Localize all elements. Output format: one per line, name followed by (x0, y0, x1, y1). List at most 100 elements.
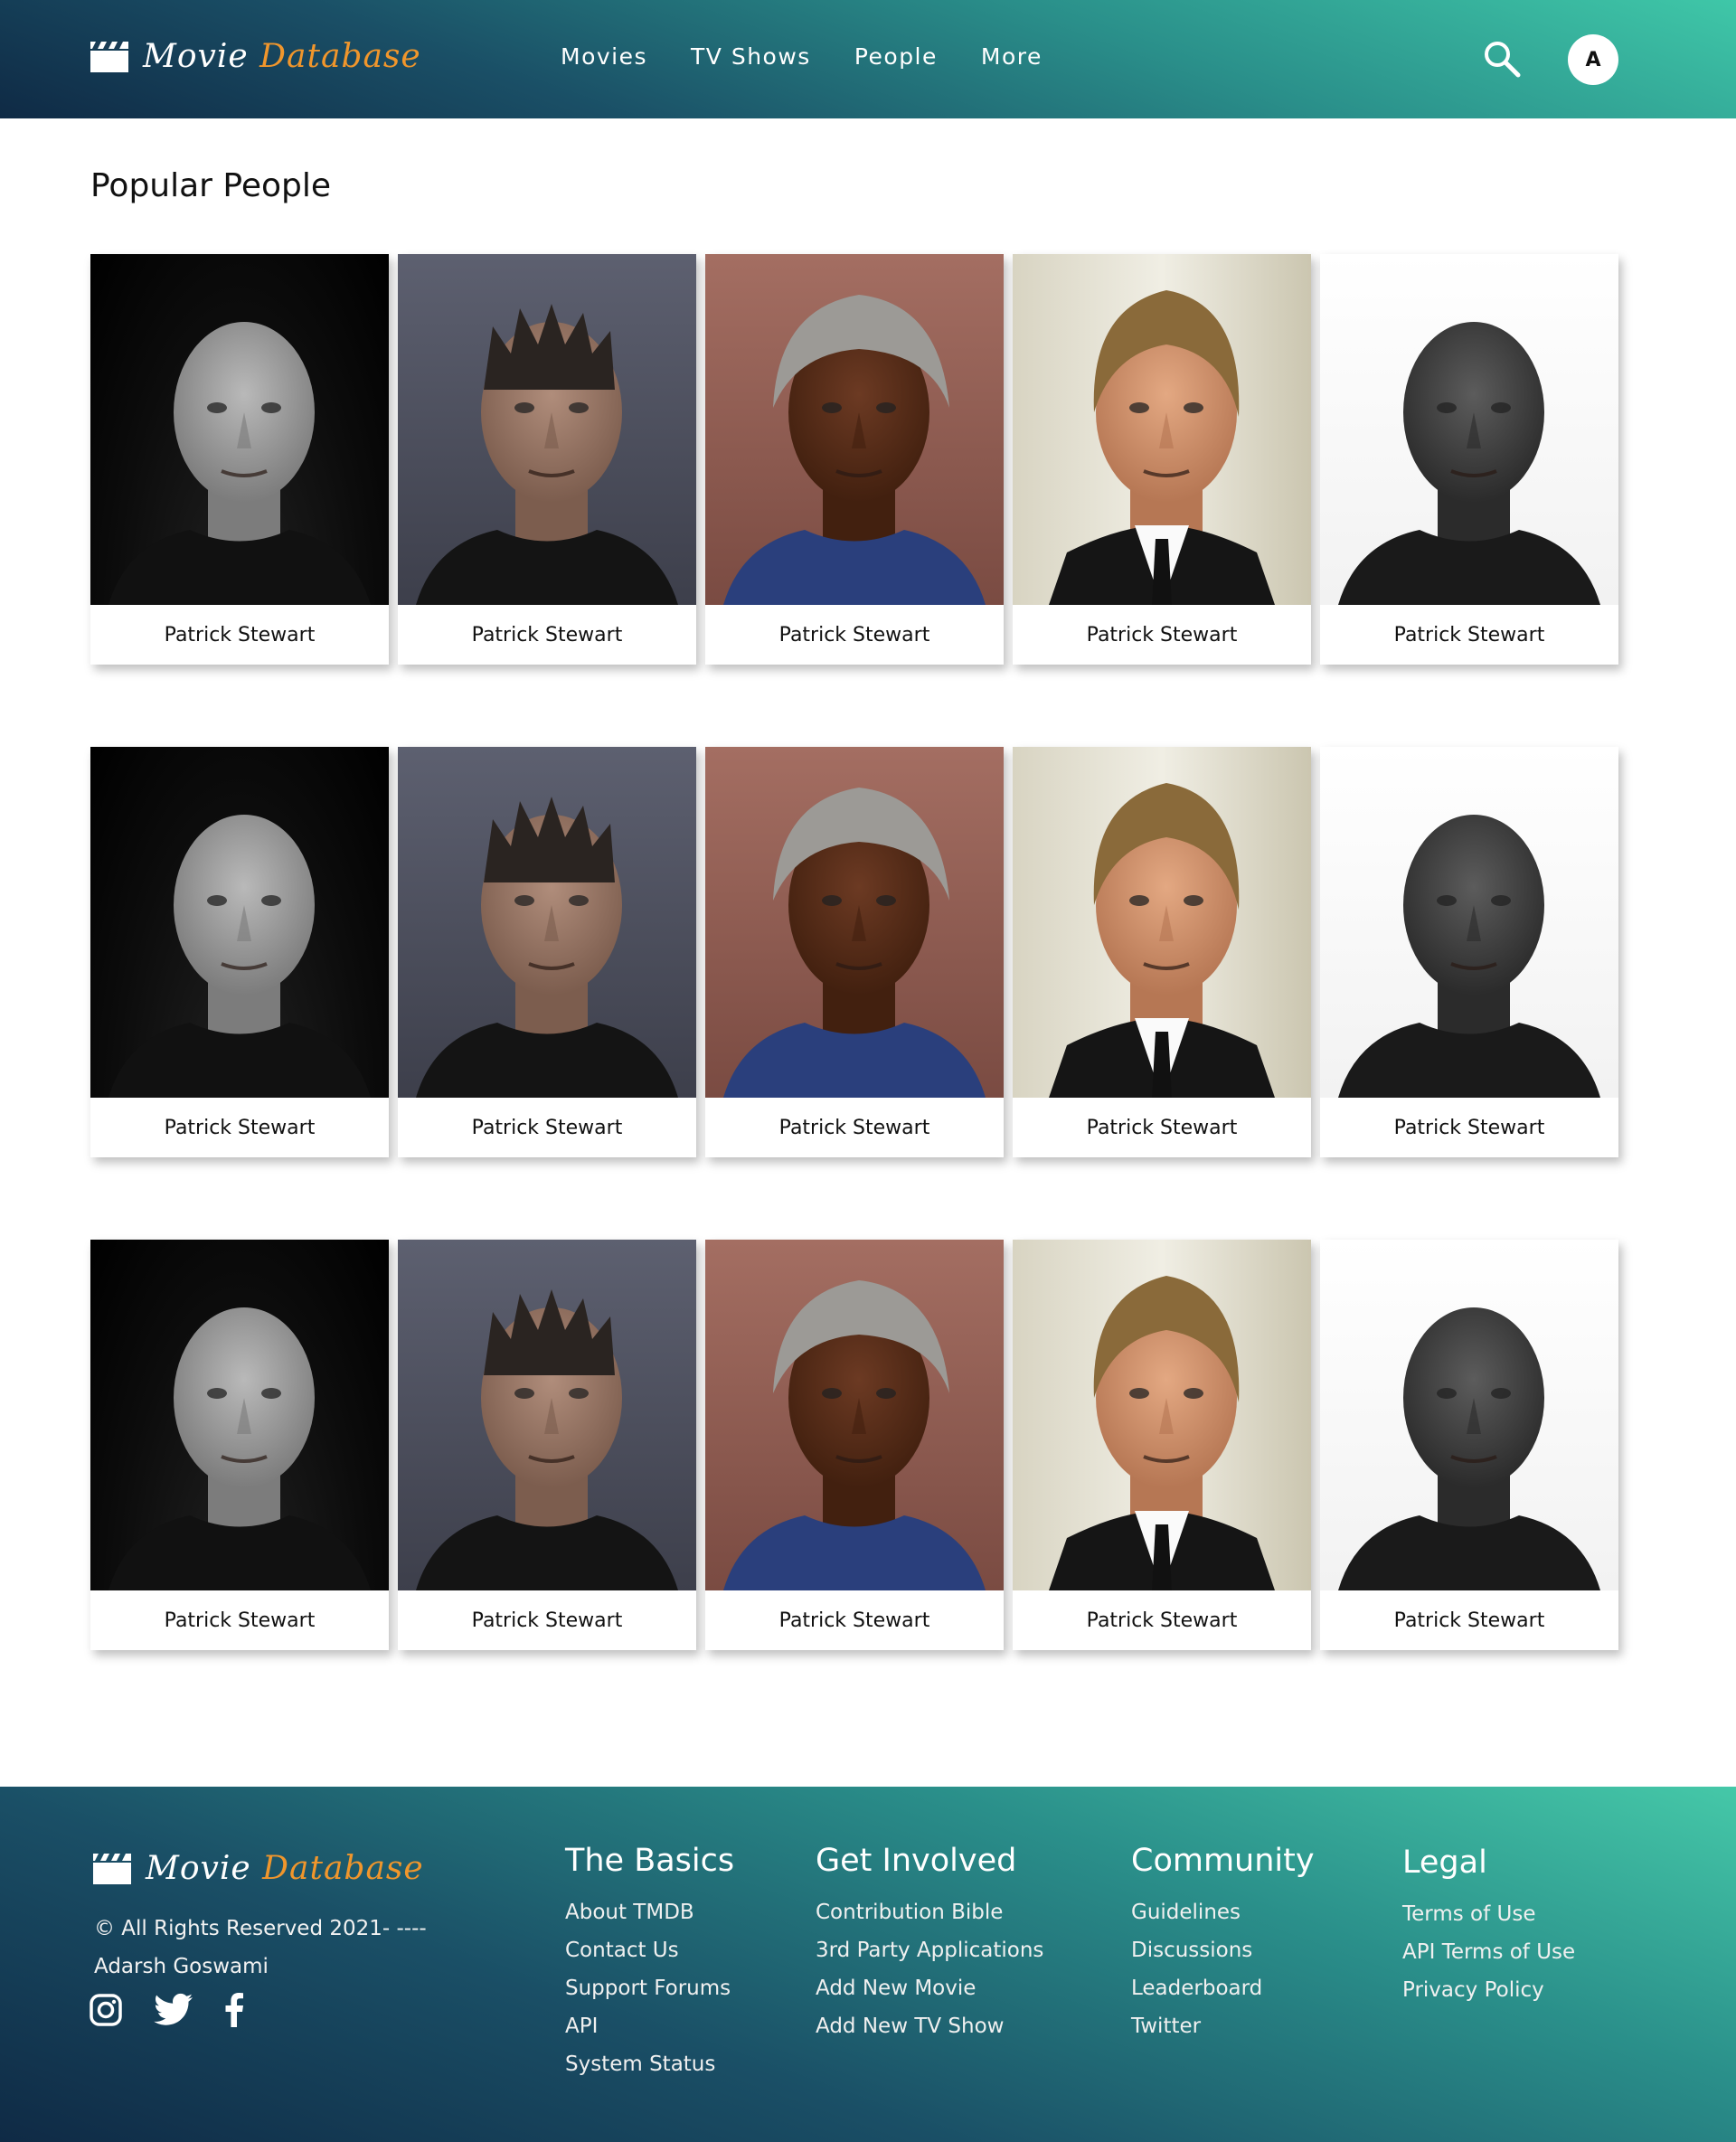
page-title: Popular People (90, 167, 332, 204)
person-photo[interactable] (1013, 747, 1311, 1098)
footer-heading: Get Involved (816, 1843, 1017, 1879)
footer-link-about[interactable]: About TMDB (565, 1893, 734, 1931)
person-name[interactable]: Patrick Stewart (1013, 1098, 1311, 1157)
person-photo[interactable] (398, 1240, 696, 1590)
footer-link-discussions[interactable]: Discussions (1131, 1931, 1315, 1969)
footer-link-privacy[interactable]: Privacy Policy (1402, 1971, 1575, 2009)
footer-col-basics: The Basics About TMDB Contact Us Support… (565, 1843, 734, 2083)
person-card[interactable]: Patrick Stewart (1320, 1240, 1618, 1650)
person-card[interactable]: Patrick Stewart (90, 747, 389, 1157)
copyright-author: Adarsh Goswami (94, 1955, 269, 1978)
person-name[interactable]: Patrick Stewart (90, 605, 389, 665)
footer-brand-logo[interactable]: Movie Database (93, 1850, 424, 1887)
person-card[interactable]: Patrick Stewart (1320, 747, 1618, 1157)
person-card[interactable]: Patrick Stewart (1013, 254, 1311, 665)
footer-link-support[interactable]: Support Forums (565, 1969, 734, 2007)
nav-more[interactable]: More (981, 43, 1043, 70)
footer-col-community: Community Guidelines Discussions Leaderb… (1131, 1843, 1315, 2045)
footer-link-terms[interactable]: Terms of Use (1402, 1895, 1575, 1933)
nav-movies[interactable]: Movies (561, 43, 647, 70)
footer-link-guidelines[interactable]: Guidelines (1131, 1893, 1315, 1931)
person-photo[interactable] (398, 254, 696, 605)
clapperboard-icon (93, 1853, 131, 1884)
person-photo[interactable] (705, 254, 1004, 605)
person-card[interactable]: Patrick Stewart (90, 254, 389, 665)
brand-word-movie: Movie (143, 38, 249, 75)
instagram-icon[interactable] (89, 1993, 123, 2031)
people-row: Patrick Stewart Patrick Stewart Patrick … (90, 747, 1618, 1157)
person-name[interactable]: Patrick Stewart (398, 1098, 696, 1157)
person-card[interactable]: Patrick Stewart (1013, 1240, 1311, 1650)
person-photo[interactable] (1013, 1240, 1311, 1590)
person-photo-art (398, 254, 696, 605)
person-photo[interactable] (1320, 747, 1618, 1098)
brand-name: Movie Database (143, 38, 421, 75)
person-photo-art (1013, 254, 1311, 605)
person-card[interactable]: Patrick Stewart (398, 747, 696, 1157)
footer-heading: Community (1131, 1843, 1315, 1879)
person-photo-art (705, 747, 1004, 1098)
person-name[interactable]: Patrick Stewart (1320, 1590, 1618, 1650)
person-photo-art (1013, 747, 1311, 1098)
person-name[interactable]: Patrick Stewart (90, 1098, 389, 1157)
person-card[interactable]: Patrick Stewart (705, 747, 1004, 1157)
twitter-icon[interactable] (154, 1993, 193, 2031)
footer-link-add-tv[interactable]: Add New TV Show (816, 2007, 1043, 2045)
person-photo-art (1320, 1240, 1618, 1590)
person-photo-art (398, 747, 696, 1098)
person-photo[interactable] (90, 747, 389, 1098)
footer-link-twitter[interactable]: Twitter (1131, 2007, 1315, 2045)
person-name[interactable]: Patrick Stewart (398, 605, 696, 665)
nav-tv-shows[interactable]: TV Shows (691, 43, 811, 70)
brand-logo[interactable]: Movie Database (90, 38, 421, 75)
person-card[interactable]: Patrick Stewart (705, 1240, 1004, 1650)
facebook-icon[interactable] (224, 1993, 244, 2031)
person-photo[interactable] (1320, 1240, 1618, 1590)
person-name[interactable]: Patrick Stewart (705, 1590, 1004, 1650)
user-avatar[interactable]: A (1568, 34, 1618, 85)
person-photo-art (90, 254, 389, 605)
person-name[interactable]: Patrick Stewart (1013, 1590, 1311, 1650)
person-photo[interactable] (398, 747, 696, 1098)
footer-link-contact[interactable]: Contact Us (565, 1931, 734, 1969)
person-photo[interactable] (705, 747, 1004, 1098)
person-photo-art (90, 747, 389, 1098)
main-nav: Movies TV Shows People More (561, 43, 1043, 70)
person-photo[interactable] (705, 1240, 1004, 1590)
person-card[interactable]: Patrick Stewart (1320, 254, 1618, 665)
person-card[interactable]: Patrick Stewart (1013, 747, 1311, 1157)
people-row: Patrick Stewart Patrick Stewart Patrick … (90, 254, 1618, 665)
person-photo[interactable] (1013, 254, 1311, 605)
person-photo[interactable] (90, 254, 389, 605)
person-name[interactable]: Patrick Stewart (705, 605, 1004, 665)
person-card[interactable]: Patrick Stewart (90, 1240, 389, 1650)
nav-people[interactable]: People (854, 43, 938, 70)
person-name[interactable]: Patrick Stewart (1320, 605, 1618, 665)
footer-link-add-movie[interactable]: Add New Movie (816, 1969, 1043, 2007)
footer-link-api-terms[interactable]: API Terms of Use (1402, 1933, 1575, 1971)
footer-link-leaderboard[interactable]: Leaderboard (1131, 1969, 1315, 2007)
person-name[interactable]: Patrick Stewart (398, 1590, 696, 1650)
footer-col-involved: Get Involved Contribution Bible 3rd Part… (816, 1843, 1043, 2045)
footer-heading: The Basics (565, 1843, 735, 1879)
footer-link-status[interactable]: System Status (565, 2045, 734, 2083)
person-card[interactable]: Patrick Stewart (705, 254, 1004, 665)
person-photo-art (1013, 1240, 1311, 1590)
person-photo-art (1320, 747, 1618, 1098)
footer-link-bible[interactable]: Contribution Bible (816, 1893, 1043, 1931)
footer-link-api[interactable]: API (565, 2007, 734, 2045)
person-name[interactable]: Patrick Stewart (1320, 1098, 1618, 1157)
brand-word-database: Database (259, 38, 421, 75)
person-name[interactable]: Patrick Stewart (705, 1098, 1004, 1157)
person-photo[interactable] (1320, 254, 1618, 605)
person-photo[interactable] (90, 1240, 389, 1590)
footer-link-3rd-party[interactable]: 3rd Party Applications (816, 1931, 1043, 1969)
person-photo-art (90, 1240, 389, 1590)
person-card[interactable]: Patrick Stewart (398, 254, 696, 665)
footer-brand-name: Movie Database (146, 1850, 424, 1887)
person-card[interactable]: Patrick Stewart (398, 1240, 696, 1650)
person-name[interactable]: Patrick Stewart (1013, 605, 1311, 665)
search-icon[interactable] (1483, 40, 1521, 78)
social-links (89, 1993, 244, 2031)
person-name[interactable]: Patrick Stewart (90, 1590, 389, 1650)
